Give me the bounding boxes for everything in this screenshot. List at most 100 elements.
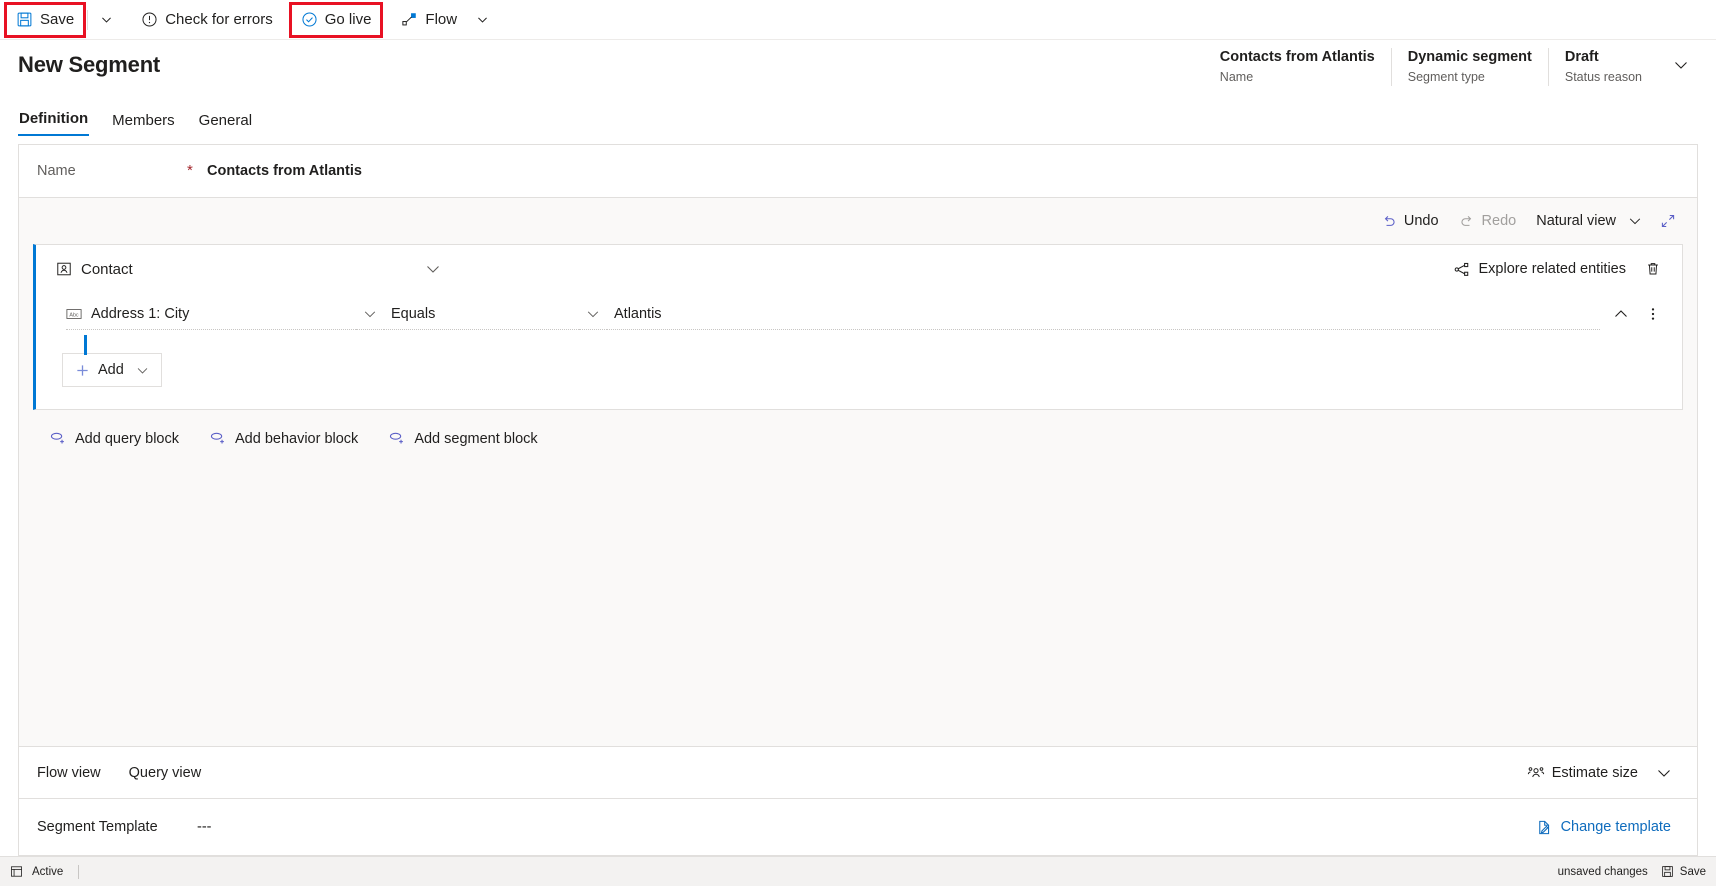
chevron-down-icon [1673, 57, 1689, 73]
flow-view-tab[interactable]: Flow view [37, 765, 101, 781]
tab-members[interactable]: Members [111, 112, 176, 136]
tab-general[interactable]: General [198, 112, 253, 136]
command-separator [87, 9, 89, 30]
go-live-label: Go live [324, 11, 372, 28]
query-block-collapse-button[interactable] [418, 254, 448, 284]
more-vertical-icon [1645, 306, 1661, 322]
people-icon [1527, 764, 1545, 782]
chevron-down-icon [476, 13, 489, 26]
condition-row: Abc Address 1: City Equals Atlantis [36, 293, 1682, 335]
status-save-label: Save [1679, 865, 1706, 878]
header-meta-name: Contacts from Atlantis Name [1204, 48, 1391, 86]
redo-label: Redo [1481, 213, 1517, 229]
add-behavior-block-label: Add behavior block [234, 430, 359, 447]
form-icon[interactable] [10, 865, 23, 878]
condition-collapse-button[interactable] [1606, 299, 1636, 329]
condition-actions [1606, 299, 1668, 329]
condition-more-button[interactable] [1638, 299, 1668, 329]
condition-field-caret[interactable] [356, 298, 384, 330]
header-meta-status-reason-label: Status reason [1564, 70, 1642, 84]
contact-entity-icon [56, 261, 72, 277]
condition-operator-caret[interactable] [579, 298, 607, 330]
header-meta-segment-type: Dynamic segment Segment type [1390, 48, 1548, 86]
add-segment-block-label: Add segment block [414, 430, 538, 447]
header-meta-status-reason-value: Draft [1564, 49, 1599, 65]
status-bar-right: unsaved changes Save [1558, 865, 1706, 878]
designer-toolbar: Undo Redo Natural view [19, 198, 1697, 244]
save-icon [16, 11, 33, 28]
add-segment-block-button[interactable]: Add segment block [378, 424, 547, 453]
segment-editor-window: Save Check for errors Go live Flow New S… [0, 0, 1716, 886]
unsaved-changes-label: unsaved changes [1557, 865, 1648, 878]
check-circle-icon [301, 11, 318, 28]
svg-text:Abc: Abc [69, 312, 79, 318]
chevron-down-icon [1628, 214, 1642, 228]
go-live-button[interactable]: Go live [288, 1, 384, 38]
explore-related-entities-button[interactable]: Explore related entities [1445, 256, 1635, 283]
content-area: Name * Contacts from Atlantis Undo Redo … [0, 136, 1716, 856]
estimate-size-expand-button[interactable] [1649, 758, 1679, 788]
segment-template-actions: Change template [1528, 813, 1679, 842]
plus-icon [75, 363, 90, 378]
flow-label: Flow [425, 11, 458, 28]
redo-icon [1459, 213, 1475, 229]
view-mode-selector[interactable]: Natural view [1527, 206, 1651, 236]
delete-query-block-button[interactable] [1638, 254, 1668, 284]
command-bar: Save Check for errors Go live Flow [0, 0, 1716, 40]
segment-template-value: --- [197, 819, 212, 835]
status-separator [78, 864, 80, 879]
query-block-header: Contact Explore related entities [36, 245, 1682, 293]
add-block-icon [388, 430, 405, 447]
condition-operator-label: Equals [391, 305, 436, 322]
estimate-size-button[interactable]: Estimate size [1518, 758, 1647, 788]
add-query-block-button[interactable]: Add query block [39, 424, 189, 453]
tab-strip: Definition Members General [0, 98, 1716, 136]
expand-designer-button[interactable] [1653, 206, 1683, 236]
undo-label: Undo [1403, 213, 1439, 229]
add-query-block-label: Add query block [75, 430, 179, 447]
header-meta-name-label: Name [1219, 70, 1254, 84]
tab-definition-label: Definition [19, 110, 89, 127]
add-behavior-block-button[interactable]: Add behavior block [199, 424, 368, 453]
estimate-size-label: Estimate size [1551, 764, 1638, 781]
tab-definition[interactable]: Definition [18, 110, 90, 136]
flow-button[interactable]: Flow [391, 4, 467, 36]
add-block-icon [209, 430, 226, 447]
required-marker: * [187, 162, 193, 179]
save-button[interactable]: Save [3, 1, 87, 38]
query-view-tab[interactable]: Query view [129, 765, 202, 781]
save-dropdown-button[interactable] [91, 4, 121, 36]
header-meta-segment-type-label: Segment type [1407, 70, 1485, 84]
name-input[interactable]: Contacts from Atlantis [207, 163, 362, 179]
condition-field-selector[interactable]: Abc Address 1: City [66, 298, 356, 330]
tab-general-label: General [198, 112, 253, 129]
header-meta-name-value: Contacts from Atlantis [1219, 49, 1375, 65]
add-block-links: Add query block Add behavior block Add s… [33, 410, 1683, 453]
undo-button[interactable]: Undo [1372, 206, 1448, 236]
footer-panels: Flow view Query view Estimate size Segme… [19, 747, 1697, 855]
designer-canvas: Contact Explore related entities Abc Add… [19, 244, 1697, 746]
query-block-entity[interactable]: Contact [56, 261, 133, 278]
chevron-down-icon [363, 307, 377, 321]
name-field-label: Name [37, 163, 76, 179]
query-block-entity-label: Contact [81, 260, 133, 278]
query-designer: Undo Redo Natural view Contact Explore r… [19, 198, 1697, 747]
flow-dropdown-button[interactable] [467, 4, 497, 36]
add-condition-label: Add [98, 362, 124, 378]
title-bar: New Segment Contacts from Atlantis Name … [0, 40, 1716, 98]
save-icon [1661, 865, 1674, 878]
check-for-errors-button[interactable]: Check for errors [131, 4, 283, 36]
chevron-down-icon [1656, 765, 1672, 781]
header-meta-segment-type-value: Dynamic segment [1407, 49, 1532, 65]
header-meta-status-reason: Draft Status reason [1547, 48, 1658, 86]
condition-operator-selector[interactable]: Equals [384, 298, 579, 330]
condition-value-input[interactable]: Atlantis [607, 298, 1600, 330]
change-template-button[interactable]: Change template [1528, 813, 1679, 842]
header-expand-button[interactable] [1664, 48, 1698, 82]
add-block-icon [49, 430, 66, 447]
save-button-label: Save [40, 11, 75, 28]
status-save-button[interactable]: Save [1661, 865, 1706, 878]
error-circle-icon [141, 11, 158, 28]
expand-diagonal-icon [1660, 213, 1676, 229]
add-condition-button[interactable]: Add [62, 353, 162, 387]
